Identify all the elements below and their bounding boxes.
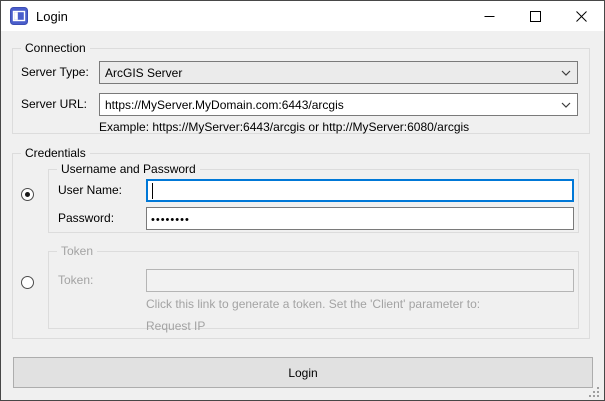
- password-input[interactable]: [146, 207, 574, 230]
- server-type-dropdown[interactable]: ArcGIS Server: [99, 61, 578, 84]
- token-hint-text: Click this link to generate a token. Set…: [146, 297, 480, 312]
- maximize-button[interactable]: [512, 1, 558, 31]
- token-radio[interactable]: [21, 276, 34, 289]
- chevron-down-icon: [555, 94, 577, 115]
- username-password-radio[interactable]: [21, 188, 34, 201]
- minimize-button[interactable]: [466, 1, 512, 31]
- request-ip-link[interactable]: Request IP: [146, 319, 205, 334]
- token-group-label: Token: [57, 244, 97, 258]
- credentials-group-label: Credentials: [21, 146, 90, 160]
- app-window-icon: [10, 7, 28, 25]
- window-title: Login: [36, 9, 68, 24]
- close-icon: [576, 11, 587, 22]
- server-type-selected-value: ArcGIS Server: [100, 66, 555, 80]
- titlebar[interactable]: Login: [1, 1, 604, 31]
- token-input: [146, 269, 574, 292]
- user-name-input[interactable]: [146, 179, 574, 202]
- token-label: Token:: [58, 273, 93, 288]
- username-password-group-label: Username and Password: [57, 162, 200, 176]
- user-name-label: User Name:: [58, 183, 122, 198]
- chevron-down-icon: [555, 62, 577, 83]
- server-url-example-text: Example: https://MyServer:6443/arcgis or…: [99, 120, 469, 135]
- close-button[interactable]: [558, 1, 604, 31]
- server-type-label: Server Type:: [21, 65, 89, 80]
- maximize-icon: [530, 11, 541, 22]
- login-dialog-window: Login Connection Server Type: ArcGIS Ser…: [0, 0, 605, 401]
- window-controls: [466, 1, 604, 31]
- connection-group-label: Connection: [21, 41, 90, 55]
- password-label: Password:: [58, 211, 114, 226]
- minimize-icon: [484, 11, 495, 22]
- dialog-body: Connection Server Type: ArcGIS Server Se…: [1, 31, 604, 400]
- server-url-value: https://MyServer.MyDomain.com:6443/arcgi…: [100, 98, 555, 112]
- resize-grip-icon[interactable]: [587, 385, 599, 397]
- server-url-label: Server URL:: [21, 97, 87, 112]
- login-button[interactable]: Login: [13, 357, 593, 388]
- text-cursor: [152, 183, 153, 199]
- server-url-combobox[interactable]: https://MyServer.MyDomain.com:6443/arcgi…: [99, 93, 578, 116]
